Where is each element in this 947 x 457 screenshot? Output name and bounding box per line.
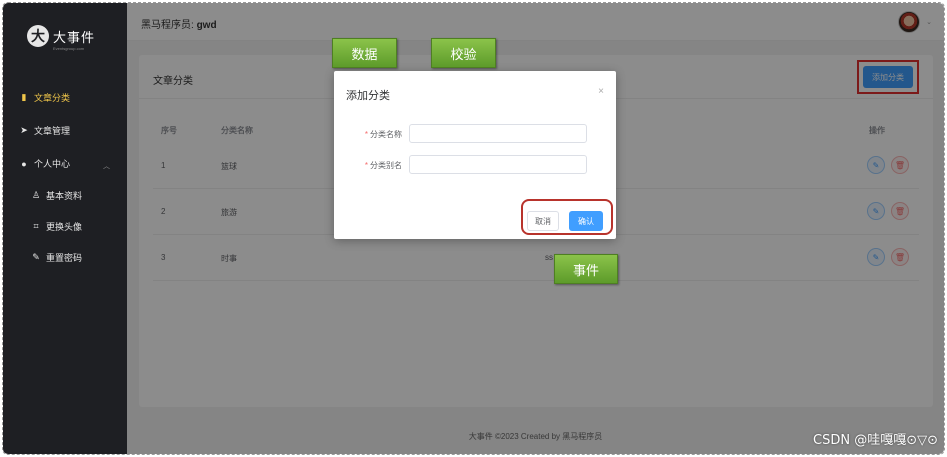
sidebar-item-article-category[interactable]: ▮ 文章分类 <box>19 91 71 104</box>
pen-icon: ✎ <box>32 252 40 262</box>
category-alias-input[interactable] <box>409 155 587 174</box>
category-name-label: * 分类名称 <box>364 130 402 139</box>
sidebar-item-reset-password[interactable]: ✎ 重置密码 <box>31 251 82 264</box>
sidebar-item-personal-center[interactable]: ● 个人中心 <box>19 157 70 170</box>
sidebar-item-label: 更换头像 <box>46 222 83 232</box>
logo-mark: 大 <box>27 25 49 47</box>
logo-text: 大事件 <box>53 30 96 46</box>
user-icon: ● <box>21 158 27 169</box>
watermark: CSDN @哇嘎嘎⊙▽⊙ <box>813 433 938 448</box>
sidebar-item-change-avatar[interactable]: ⌗ 更换头像 <box>31 220 82 233</box>
crop-icon: ⌗ <box>33 221 39 231</box>
sidebar-item-label: 文章管理 <box>34 126 71 136</box>
dialog-title: 添加分类 <box>346 90 390 102</box>
chevron-up-icon[interactable]: ︿ <box>103 161 110 171</box>
annotation-tag-validation: 校验 <box>431 38 496 68</box>
grid-icon: ▮ <box>21 92 27 102</box>
annotation-tag-event: 事件 <box>554 254 618 284</box>
sidebar-item-label: 基本资料 <box>46 191 83 201</box>
category-alias-label: * 分类别名 <box>364 161 402 170</box>
annotation-tag-data: 数据 <box>332 38 397 68</box>
sidebar-item-label: 个人中心 <box>34 159 71 169</box>
sidebar-item-label: 文章分类 <box>34 93 71 103</box>
logo: 大 大事件 Eventsgroup.com <box>27 25 96 51</box>
sidebar-item-basic-info[interactable]: ♙ 基本资料 <box>31 189 82 202</box>
close-icon[interactable]: × <box>598 86 604 97</box>
category-name-input[interactable] <box>409 124 587 143</box>
send-icon: ➤ <box>20 125 28 135</box>
person-icon: ♙ <box>31 190 41 200</box>
sidebar-item-label: 重置密码 <box>46 253 83 263</box>
sidebar: 大 大事件 Eventsgroup.com ▮ 文章分类 ➤ 文章管理 ● 个人… <box>3 3 127 454</box>
logo-subtitle: Eventsgroup.com <box>53 46 85 51</box>
highlight-box <box>521 199 613 235</box>
sidebar-item-article-manage[interactable]: ➤ 文章管理 <box>19 124 70 137</box>
screenshot-frame: 大 大事件 Eventsgroup.com ▮ 文章分类 ➤ 文章管理 ● 个人… <box>2 2 945 455</box>
